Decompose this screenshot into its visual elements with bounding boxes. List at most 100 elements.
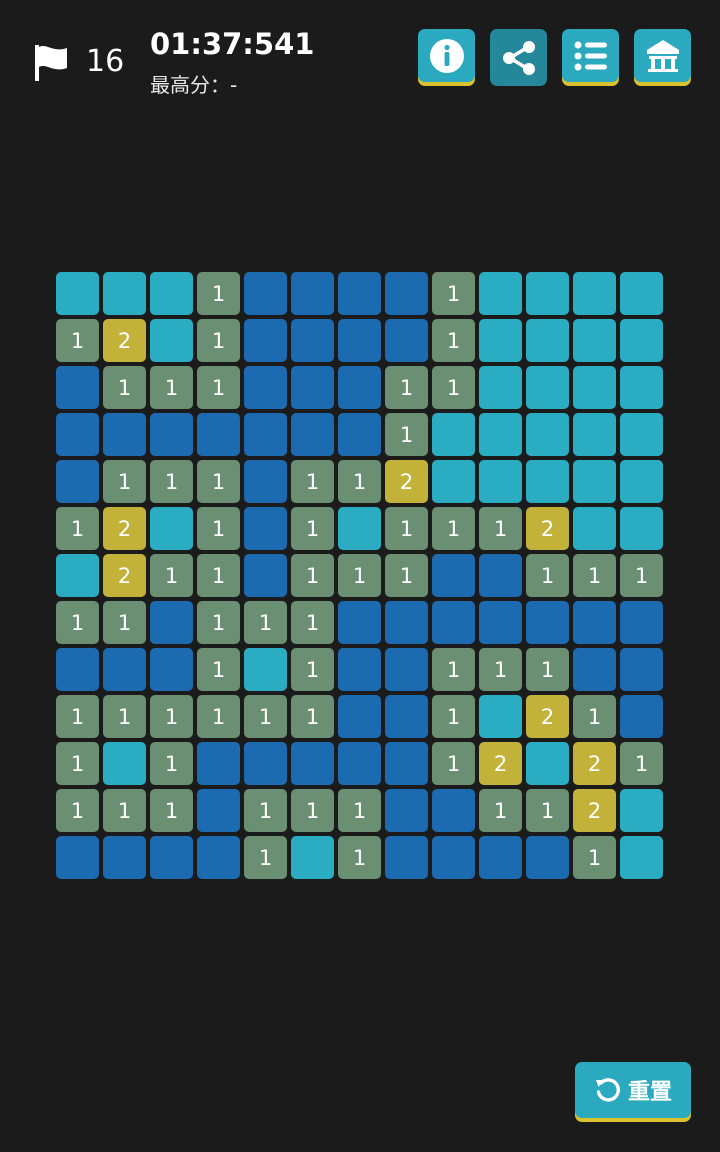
cell-empty[interactable] (56, 460, 99, 503)
cell-unrevealed[interactable] (620, 460, 663, 503)
cell-number[interactable]: 1 (432, 366, 475, 409)
cell-number[interactable]: 1 (197, 319, 240, 362)
cell-empty[interactable] (244, 507, 287, 550)
cell-number[interactable]: 1 (338, 554, 381, 597)
cell-number[interactable]: 1 (385, 507, 428, 550)
cell-unrevealed[interactable] (244, 648, 287, 691)
cell-empty[interactable] (432, 554, 475, 597)
cell-number[interactable]: 1 (150, 742, 193, 785)
cell-number[interactable]: 1 (103, 366, 146, 409)
cell-empty[interactable] (385, 319, 428, 362)
cell-empty[interactable] (150, 836, 193, 879)
cell-empty[interactable] (573, 601, 616, 644)
cell-unrevealed[interactable] (338, 507, 381, 550)
cell-empty[interactable] (56, 836, 99, 879)
cell-empty[interactable] (338, 319, 381, 362)
cell-number[interactable]: 1 (197, 507, 240, 550)
cell-empty[interactable] (338, 272, 381, 315)
cell-empty[interactable] (197, 836, 240, 879)
cell-empty[interactable] (338, 601, 381, 644)
cell-empty[interactable] (385, 601, 428, 644)
cell-unrevealed[interactable] (620, 836, 663, 879)
cell-number[interactable]: 1 (197, 460, 240, 503)
cell-unrevealed[interactable] (573, 460, 616, 503)
cell-unrevealed[interactable] (620, 319, 663, 362)
cell-unrevealed[interactable] (573, 366, 616, 409)
cell-number[interactable]: 1 (479, 648, 522, 691)
cell-unrevealed[interactable] (479, 413, 522, 456)
cell-number[interactable]: 1 (150, 366, 193, 409)
cell-number[interactable]: 1 (620, 742, 663, 785)
cell-unrevealed[interactable] (526, 460, 569, 503)
cell-number[interactable]: 1 (150, 554, 193, 597)
cell-number[interactable]: 1 (385, 366, 428, 409)
cell-unrevealed[interactable] (103, 272, 146, 315)
cell-unrevealed[interactable] (526, 742, 569, 785)
cell-number[interactable]: 1 (385, 554, 428, 597)
cell-number[interactable]: 1 (244, 695, 287, 738)
cell-number[interactable]: 1 (526, 789, 569, 832)
cell-empty[interactable] (620, 695, 663, 738)
cell-number[interactable]: 1 (197, 648, 240, 691)
cell-number[interactable]: 1 (150, 695, 193, 738)
cell-unrevealed[interactable] (479, 319, 522, 362)
cell-unrevealed[interactable] (432, 460, 475, 503)
cell-empty[interactable] (385, 648, 428, 691)
cell-unrevealed[interactable] (479, 695, 522, 738)
cell-empty[interactable] (338, 695, 381, 738)
cell-empty[interactable] (385, 742, 428, 785)
cell-number[interactable]: 1 (56, 507, 99, 550)
info-button[interactable] (418, 29, 475, 82)
cell-number[interactable]: 1 (291, 601, 334, 644)
cell-empty[interactable] (103, 648, 146, 691)
cell-empty[interactable] (385, 272, 428, 315)
cell-number[interactable]: 1 (56, 601, 99, 644)
cell-number[interactable]: 1 (244, 836, 287, 879)
cell-unrevealed[interactable] (526, 413, 569, 456)
cell-number[interactable]: 2 (103, 507, 146, 550)
cell-number[interactable]: 1 (291, 507, 334, 550)
cell-number[interactable]: 1 (573, 554, 616, 597)
cell-empty[interactable] (620, 648, 663, 691)
cell-number[interactable]: 1 (244, 789, 287, 832)
cell-unrevealed[interactable] (479, 272, 522, 315)
cell-number[interactable]: 1 (197, 601, 240, 644)
cell-empty[interactable] (385, 789, 428, 832)
cell-number[interactable]: 1 (432, 507, 475, 550)
cell-empty[interactable] (244, 413, 287, 456)
cell-number[interactable]: 1 (103, 601, 146, 644)
cell-empty[interactable] (432, 836, 475, 879)
cell-number[interactable]: 2 (526, 695, 569, 738)
cell-unrevealed[interactable] (479, 460, 522, 503)
cell-unrevealed[interactable] (620, 366, 663, 409)
cell-empty[interactable] (150, 413, 193, 456)
share-button[interactable] (490, 29, 547, 86)
cell-number[interactable]: 2 (526, 507, 569, 550)
cell-number[interactable]: 2 (103, 319, 146, 362)
cell-number[interactable]: 1 (479, 507, 522, 550)
cell-empty[interactable] (291, 366, 334, 409)
cell-unrevealed[interactable] (150, 319, 193, 362)
cell-number[interactable]: 1 (479, 789, 522, 832)
cell-number[interactable]: 1 (197, 695, 240, 738)
cell-empty[interactable] (291, 413, 334, 456)
cell-number[interactable]: 1 (573, 695, 616, 738)
cell-unrevealed[interactable] (150, 272, 193, 315)
cell-empty[interactable] (338, 742, 381, 785)
cell-number[interactable]: 1 (197, 366, 240, 409)
cell-unrevealed[interactable] (573, 272, 616, 315)
cell-number[interactable]: 1 (150, 460, 193, 503)
home-button[interactable] (634, 29, 691, 82)
cell-number[interactable]: 1 (526, 554, 569, 597)
cell-empty[interactable] (526, 836, 569, 879)
cell-number[interactable]: 1 (432, 742, 475, 785)
cell-empty[interactable] (244, 319, 287, 362)
cell-empty[interactable] (620, 601, 663, 644)
cell-empty[interactable] (244, 272, 287, 315)
cell-number[interactable]: 1 (103, 789, 146, 832)
cell-number[interactable]: 1 (150, 789, 193, 832)
cell-number[interactable]: 1 (56, 742, 99, 785)
cell-empty[interactable] (385, 695, 428, 738)
cell-number[interactable]: 1 (620, 554, 663, 597)
cell-unrevealed[interactable] (573, 319, 616, 362)
